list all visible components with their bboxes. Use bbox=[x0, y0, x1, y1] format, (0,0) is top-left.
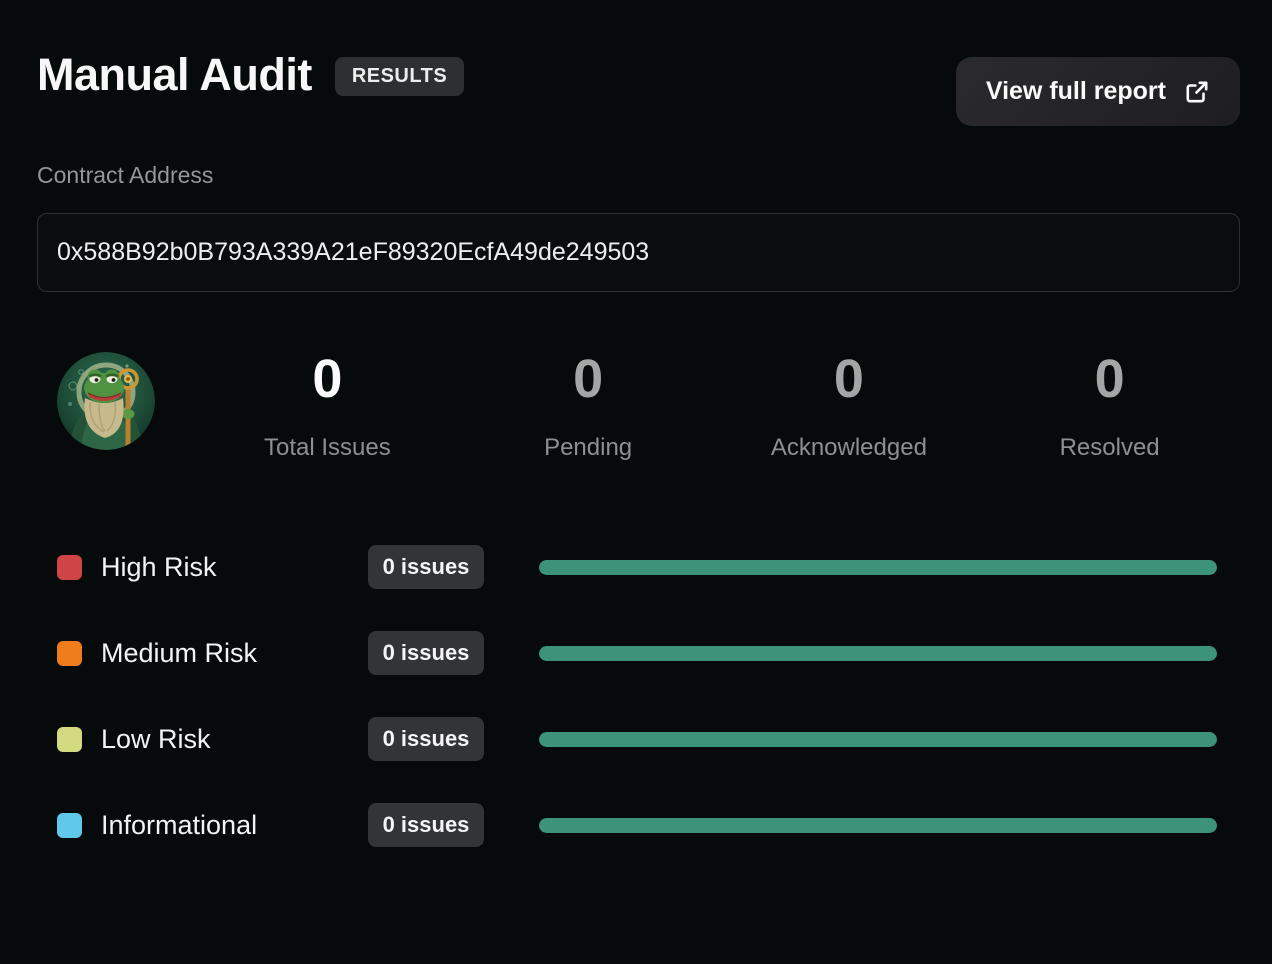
stat-resolved-value: 0 bbox=[1094, 349, 1125, 409]
stat-acknowledged: 0 Acknowledged bbox=[719, 352, 980, 462]
stat-pending-label: Pending bbox=[544, 434, 633, 461]
avatar-wrap bbox=[37, 352, 197, 450]
stat-acknowledged-value: 0 bbox=[833, 349, 864, 409]
stat-total-issues-label: Total Issues bbox=[264, 434, 391, 461]
informational-label: Informational bbox=[101, 809, 258, 840]
informational-progress-fill bbox=[539, 817, 1217, 833]
stat-resolved-label: Resolved bbox=[1059, 434, 1160, 461]
low-risk-progress-fill bbox=[539, 731, 1217, 747]
low-risk-issues-badge: 0 issues bbox=[368, 717, 484, 761]
informational-swatch bbox=[57, 812, 82, 838]
risk-row-high: High Risk 0 issues bbox=[37, 543, 1240, 591]
medium-risk-issues-badge: 0 issues bbox=[368, 631, 484, 675]
low-risk-label: Low Risk bbox=[101, 723, 211, 754]
results-badge: RESULTS bbox=[334, 57, 465, 96]
risk-section: High Risk 0 issues Medium Risk 0 issues … bbox=[37, 543, 1240, 849]
stat-columns: 0 Total Issues 0 Pending 0 Acknowledged … bbox=[197, 352, 1240, 462]
low-risk-progress-bar bbox=[539, 731, 1217, 747]
risk-row-informational: Informational 0 issues bbox=[37, 801, 1240, 849]
stat-total-issues-value: 0 bbox=[312, 349, 343, 409]
medium-risk-label: Medium Risk bbox=[101, 637, 258, 668]
high-risk-issues-badge: 0 issues bbox=[368, 545, 484, 589]
stat-total-issues: 0 Total Issues bbox=[197, 352, 458, 462]
risk-row-medium: Medium Risk 0 issues bbox=[37, 629, 1240, 677]
stat-pending: 0 Pending bbox=[458, 352, 719, 462]
high-risk-swatch bbox=[57, 554, 82, 580]
low-risk-swatch bbox=[57, 726, 82, 752]
informational-issues-badge: 0 issues bbox=[368, 803, 484, 847]
stats-row: 0 Total Issues 0 Pending 0 Acknowledged … bbox=[37, 352, 1240, 462]
medium-risk-progress-fill bbox=[539, 645, 1217, 661]
informational-progress-bar bbox=[539, 817, 1217, 833]
risk-row-low: Low Risk 0 issues bbox=[37, 715, 1240, 763]
stat-resolved: 0 Resolved bbox=[979, 352, 1240, 462]
audit-panel: Manual Audit RESULTS View full report Co… bbox=[0, 50, 1272, 849]
medium-risk-swatch bbox=[57, 640, 82, 666]
view-full-report-label: View full report bbox=[985, 77, 1166, 105]
high-risk-progress-bar bbox=[539, 559, 1217, 575]
pepe-wizard-avatar bbox=[57, 352, 155, 450]
page-title: Manual Audit bbox=[37, 49, 312, 100]
header: Manual Audit RESULTS View full report bbox=[37, 50, 1240, 126]
stat-acknowledged-label: Acknowledged bbox=[770, 434, 927, 461]
external-link-icon bbox=[1186, 80, 1208, 103]
contract-address-input[interactable] bbox=[37, 213, 1240, 292]
medium-risk-progress-bar bbox=[539, 645, 1217, 661]
high-risk-label: High Risk bbox=[101, 551, 217, 582]
high-risk-progress-fill bbox=[539, 559, 1217, 575]
contract-address-label: Contract Address bbox=[37, 162, 214, 188]
view-full-report-button[interactable]: View full report bbox=[955, 57, 1240, 126]
stat-pending-value: 0 bbox=[573, 349, 604, 409]
